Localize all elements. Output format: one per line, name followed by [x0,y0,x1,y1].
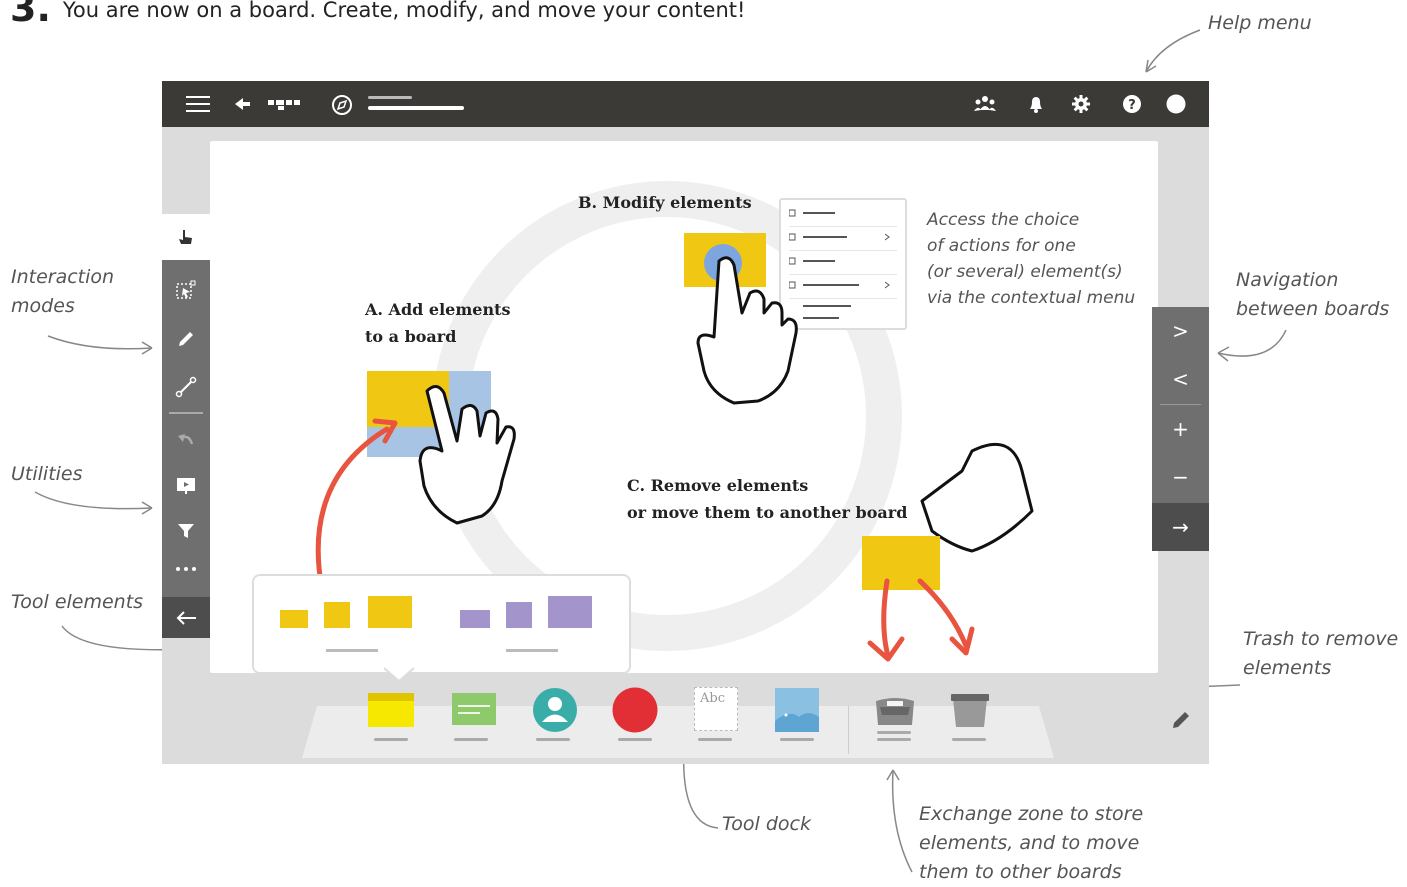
trash-icon[interactable] [947,687,993,733]
popup-page-indicator [506,649,558,652]
board-title-placeholder [368,96,412,99]
back-arrow-icon[interactable] [232,94,252,114]
dock-label-line [698,738,732,741]
dock-label-line [877,731,911,734]
user-icon[interactable] [532,687,578,733]
arrow-left-icon[interactable] [162,597,210,638]
dock-label-line [780,738,814,741]
dock-label-line [952,738,986,741]
connector-icon[interactable] [162,364,210,410]
toolbar-divider [169,412,203,414]
context-menu-item[interactable] [788,202,897,227]
next-board-button[interactable]: > [1152,307,1209,355]
presentation-icon[interactable] [162,462,210,508]
board-name-placeholder [368,106,464,110]
image-icon[interactable] [774,687,820,733]
tool-elements-popup [252,574,631,674]
top-bar: ? [162,81,1209,127]
large-purple-option[interactable] [548,596,592,628]
dock-label-line [618,738,652,741]
context-menu-item[interactable] [788,226,897,251]
pen-icon[interactable] [162,316,210,362]
svg-text:?: ? [1128,98,1136,113]
hand-illustration-a [418,385,516,525]
compass-icon[interactable] [331,94,352,115]
more-icon[interactable] [162,546,210,592]
dock-label-line [374,738,408,741]
remove-elements-label: C. Remove elements or move them to anothe… [627,476,908,522]
bell-icon[interactable] [1026,94,1046,114]
select-icon[interactable] [162,267,210,313]
app-window: ? A. Add elements to a board B. Modify el… [162,81,1209,764]
zoom-in-button[interactable]: + [1152,405,1209,453]
dock-divider [848,706,849,754]
context-menu-item[interactable] [788,250,897,275]
add-elements-label: A. Add elements to a board [365,300,511,346]
previous-board-button[interactable]: < [1152,355,1209,403]
popup-pointer [384,667,414,683]
hand-icon[interactable] [162,214,210,260]
circle-icon[interactable] [612,687,658,733]
text-icon[interactable]: Abc [694,687,740,733]
context-menu-annotation: Access the choice of actions for one (or s… [927,210,1136,308]
context-menu-item[interactable] [789,298,897,322]
exit-navigation-button[interactable]: → [1152,503,1209,551]
avatar-icon[interactable] [1166,94,1186,114]
exchange-icon[interactable] [872,687,918,733]
people-icon[interactable] [973,94,997,114]
popup-page-indicator [326,649,378,652]
large-sticky-option[interactable] [368,596,412,628]
context-menu-item[interactable] [788,274,897,299]
small-sticky-option[interactable] [280,610,308,628]
medium-sticky-option[interactable] [324,602,350,628]
card-icon[interactable] [452,687,498,733]
pen-icon[interactable] [1170,709,1192,735]
red-arrow-a [315,418,398,592]
menu-icon[interactable] [186,94,210,114]
medium-purple-option[interactable] [506,602,532,628]
small-purple-option[interactable] [460,610,490,628]
sticky-note-icon[interactable] [368,687,414,733]
tool-dock [302,706,1054,758]
modify-elements-label: B. Modify elements [578,193,752,212]
help-icon[interactable]: ? [1122,94,1142,114]
dock-label-line [454,738,488,741]
board-navigation: > < + − → [1152,307,1209,551]
zoom-out-button[interactable]: − [1152,453,1209,501]
dock-label-line [877,738,911,741]
undo-icon[interactable] [162,417,210,463]
dock-label-line [536,738,570,741]
red-arrows-c [867,578,975,662]
hand-illustration-b [696,256,798,405]
gear-icon[interactable] [1071,94,1091,114]
boards-icon[interactable] [268,94,302,114]
left-toolbar [162,214,210,638]
